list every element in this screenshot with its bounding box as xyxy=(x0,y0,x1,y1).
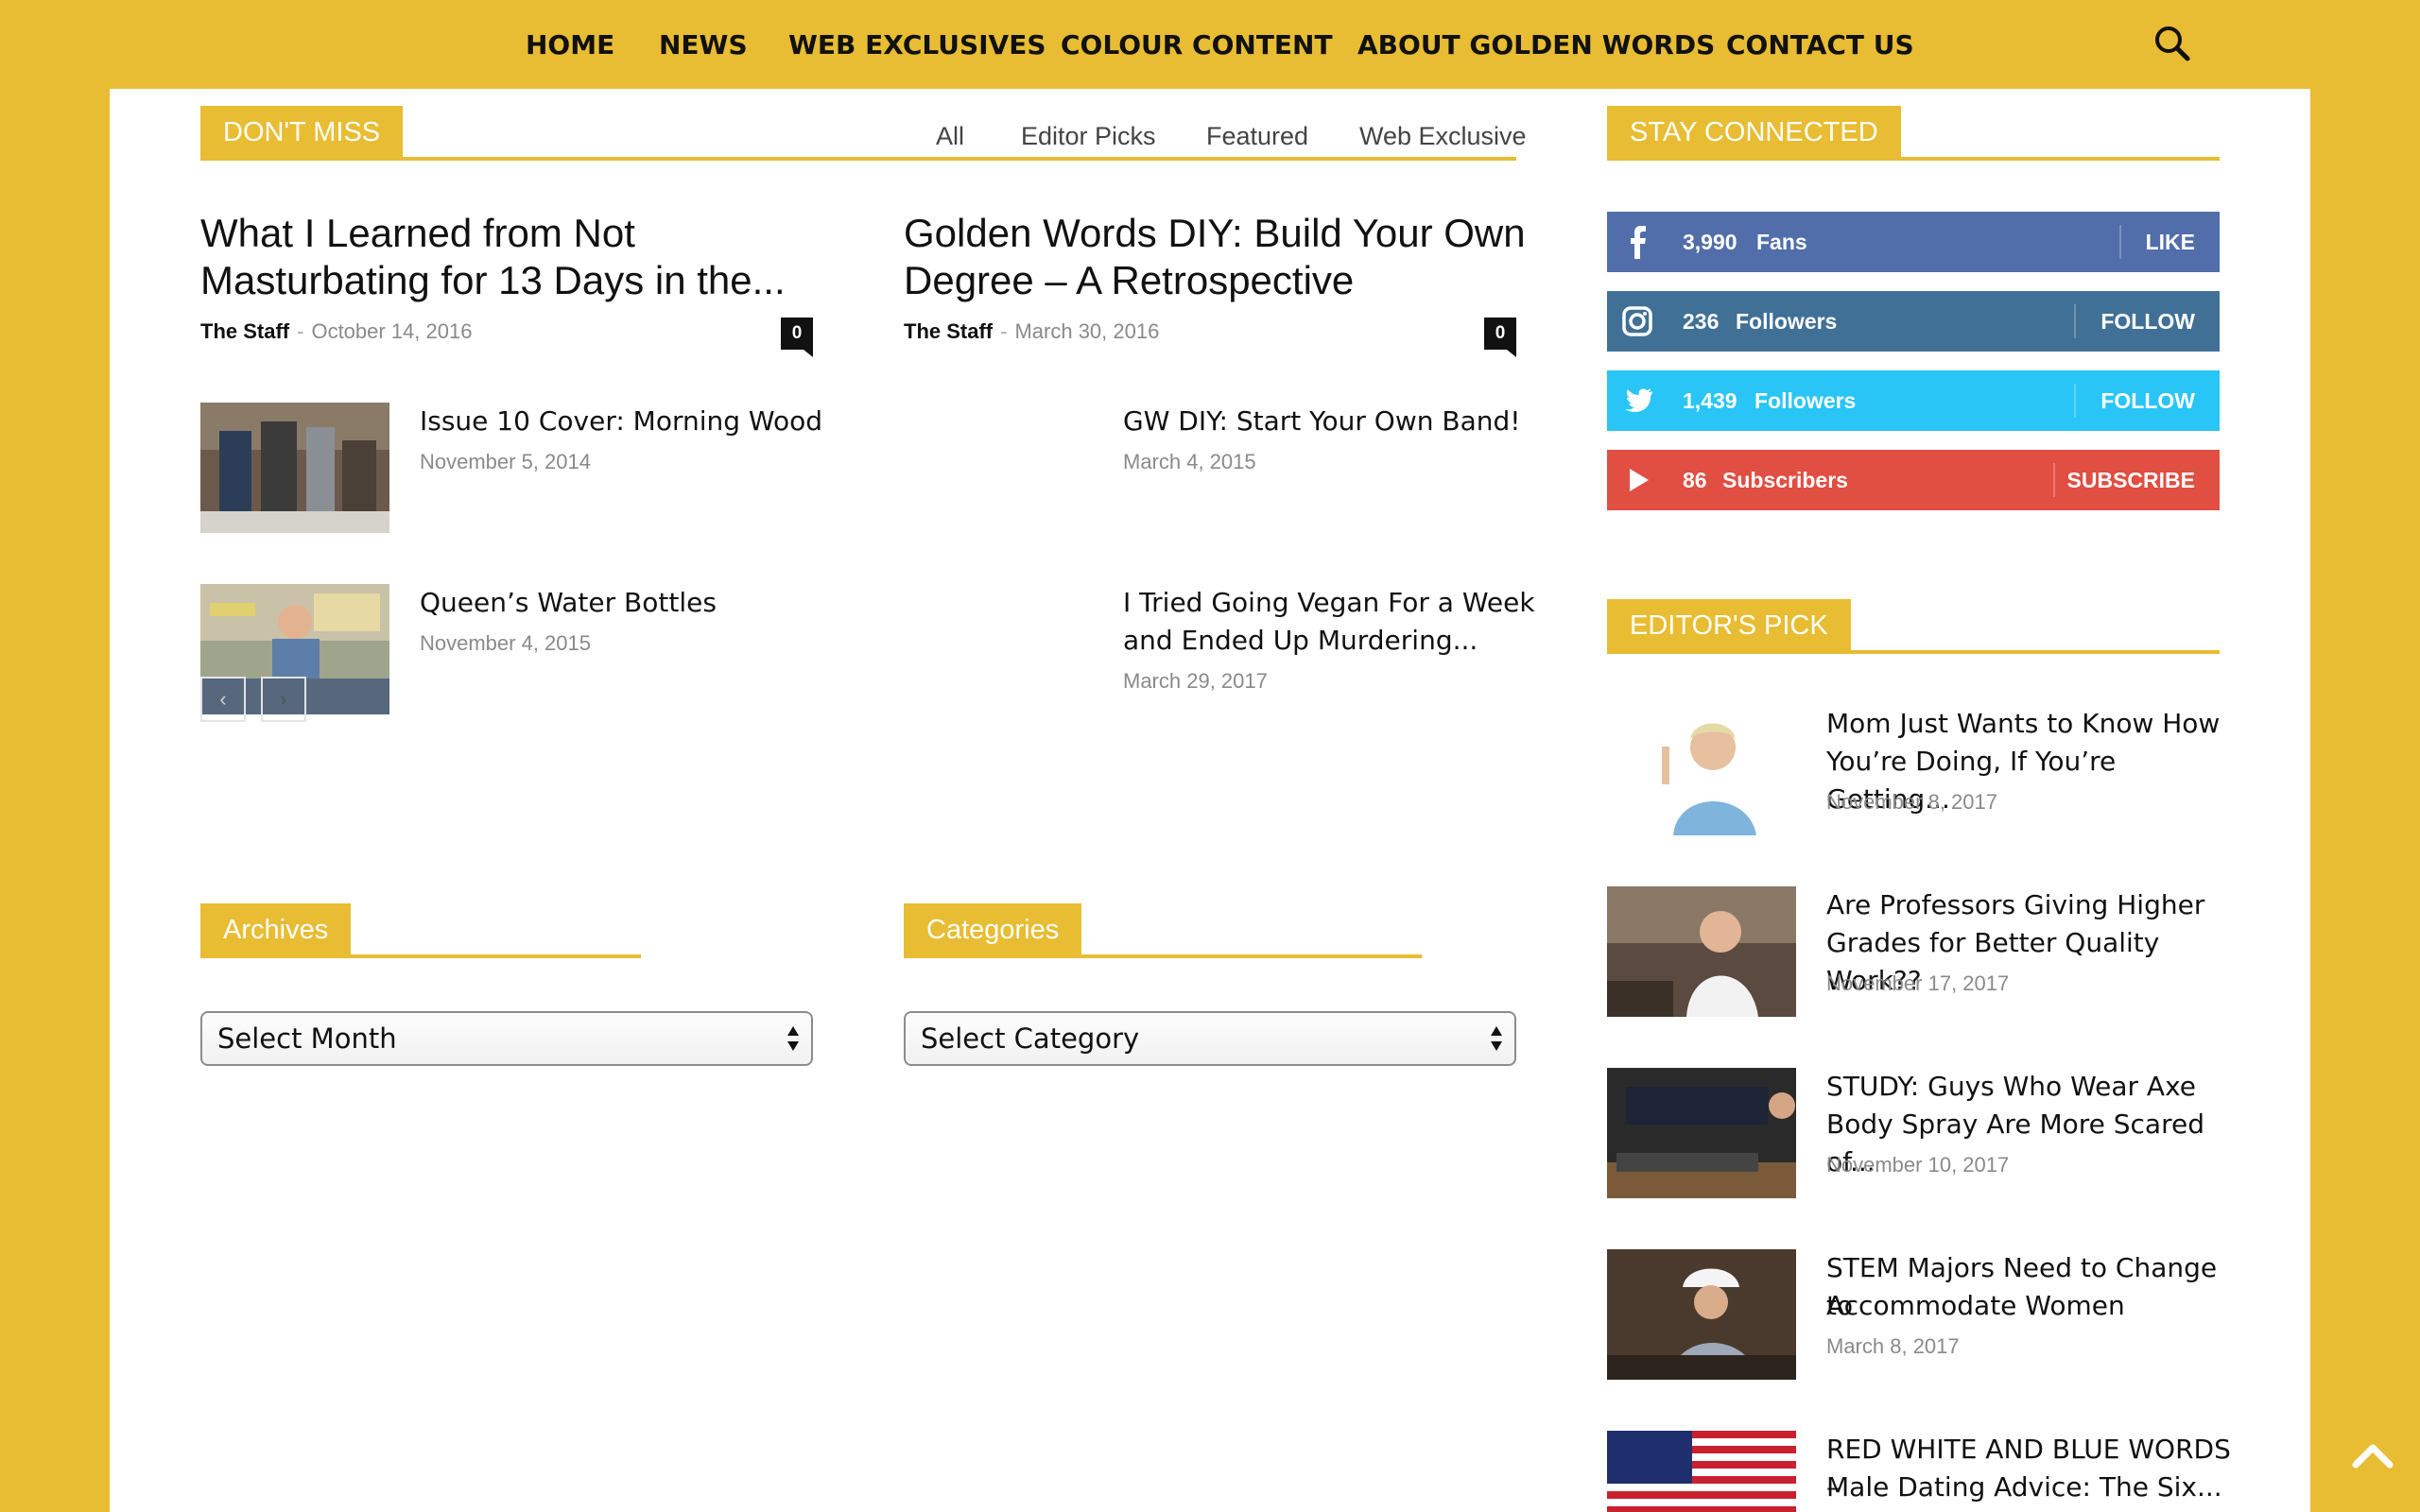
featured-article-title[interactable]: Golden Words DIY: Build Your Own Degree … xyxy=(904,210,1547,304)
article-title-line[interactable]: Male Dating Advice: The Six... xyxy=(1826,1469,2233,1506)
divider xyxy=(2074,304,2076,338)
back-to-top-icon[interactable] xyxy=(2344,1427,2401,1484)
prev-page-button[interactable]: ‹ xyxy=(200,677,246,722)
article-date: November 5, 2014 xyxy=(420,450,591,473)
article-date: March 4, 2015 xyxy=(1123,450,1256,473)
next-page-button[interactable]: › xyxy=(261,677,306,722)
comment-count-badge[interactable]: 0 xyxy=(1484,318,1516,357)
instagram-label: Followers xyxy=(1736,309,1838,334)
twitter-count: 1,439 xyxy=(1683,388,1737,413)
nav-about-golden-words[interactable]: ABOUT GOLDEN WORDS xyxy=(1357,25,1715,66)
article-meta: The Staff - March 30, 2016 xyxy=(904,318,1159,346)
article-title-line[interactable]: Mom Just Wants to Know How xyxy=(1826,705,2233,743)
archives-heading: Archives xyxy=(200,903,352,957)
filter-all[interactable]: All xyxy=(936,119,964,153)
categories-heading: Categories xyxy=(904,903,1082,957)
article-title[interactable]: GW DIY: Start Your Own Band! xyxy=(1123,403,1521,440)
article-author[interactable]: The Staff xyxy=(904,319,993,343)
archives-select-value: Select Month xyxy=(217,1022,397,1055)
archives-select[interactable]: Select Month xyxy=(200,1011,813,1066)
meta-separator: - xyxy=(1000,319,1008,343)
article-date: November 17, 2017 xyxy=(1826,971,2010,995)
article-title-line[interactable]: I Tried Going Vegan For a Week xyxy=(1123,584,1535,622)
facebook-icon xyxy=(1607,212,1668,272)
article-date: March 29, 2017 xyxy=(1123,669,1268,693)
twitter-follow-button[interactable]: FOLLOW xyxy=(2100,370,2195,431)
article-title-line[interactable]: Accommodate Women xyxy=(1826,1287,2233,1325)
select-arrows-icon xyxy=(1491,1026,1502,1051)
article-meta: The Staff - October 14, 2016 xyxy=(200,318,472,346)
article-date: November 10, 2017 xyxy=(1826,1153,2010,1177)
instagram-follow-button[interactable]: FOLLOW xyxy=(2100,291,2195,352)
nav-colour-content[interactable]: COLOUR CONTENT xyxy=(1061,25,1333,66)
archives-rule xyxy=(200,954,641,958)
editors-pick-heading: EDITOR'S PICK xyxy=(1607,599,1851,653)
divider xyxy=(2119,225,2121,259)
article-thumbnail[interactable] xyxy=(1607,1431,1796,1512)
twitter-icon xyxy=(1607,370,1668,431)
instagram-row[interactable]: 236 Followers FOLLOW xyxy=(1607,291,2220,352)
filter-editor-picks[interactable]: Editor Picks xyxy=(1021,119,1156,153)
article-title-line[interactable]: STUDY: Guys Who Wear Axe xyxy=(1826,1068,2233,1106)
meta-separator: - xyxy=(297,319,304,343)
youtube-row[interactable]: 86 Subscribers SUBSCRIBE xyxy=(1607,450,2220,510)
facebook-label: Fans xyxy=(1756,230,1807,254)
dont-miss-heading: DON'T MISS xyxy=(200,106,404,160)
article-date: March 30, 2016 xyxy=(1014,319,1160,343)
nav-news[interactable]: NEWS xyxy=(659,25,748,66)
article-thumbnail[interactable] xyxy=(1607,705,1796,835)
article-date: October 14, 2016 xyxy=(311,319,473,343)
comment-count-badge[interactable]: 0 xyxy=(781,318,813,357)
filter-featured[interactable]: Featured xyxy=(1206,119,1308,153)
article-author[interactable]: The Staff xyxy=(200,319,289,343)
stay-connected-heading: STAY CONNECTED xyxy=(1607,106,1901,160)
divider xyxy=(2053,463,2055,497)
divider xyxy=(2074,384,2076,418)
facebook-count: 3,990 xyxy=(1683,230,1737,254)
facebook-like-button[interactable]: LIKE xyxy=(2146,212,2195,272)
main-navigation: HOME NEWS WEB EXCLUSIVES COLOUR CONTENT … xyxy=(0,0,2420,89)
select-arrows-icon xyxy=(787,1026,799,1051)
instagram-count: 236 xyxy=(1683,309,1720,334)
youtube-count: 86 xyxy=(1683,468,1707,492)
categories-select[interactable]: Select Category xyxy=(904,1011,1516,1066)
article-thumbnail[interactable] xyxy=(1607,886,1796,1017)
article-title-line[interactable]: Are Professors Giving Higher xyxy=(1826,886,2233,924)
instagram-icon xyxy=(1607,291,1668,352)
categories-rule xyxy=(904,954,1422,958)
twitter-row[interactable]: 1,439 Followers FOLLOW xyxy=(1607,370,2220,431)
article-title[interactable]: Queen’s Water Bottles xyxy=(420,584,717,622)
article-thumbnail[interactable] xyxy=(1607,1068,1796,1198)
nav-home[interactable]: HOME xyxy=(526,25,614,66)
search-icon[interactable] xyxy=(2152,23,2195,66)
dont-miss-rule xyxy=(200,157,1516,161)
stay-connected-rule xyxy=(1607,157,2220,161)
article-date: November 8, 2017 xyxy=(1826,790,1997,814)
nav-contact-us[interactable]: CONTACT US xyxy=(1726,25,1914,66)
twitter-label: Followers xyxy=(1754,388,1857,413)
article-title-line[interactable]: and Ended Up Murdering... xyxy=(1123,622,1478,660)
nav-web-exclusives[interactable]: WEB EXCLUSIVES xyxy=(788,25,1046,66)
article-thumbnail[interactable] xyxy=(200,403,389,533)
youtube-subscribe-button[interactable]: SUBSCRIBE xyxy=(2067,450,2195,510)
categories-select-value: Select Category xyxy=(921,1022,1140,1055)
filter-web-exclusive[interactable]: Web Exclusive xyxy=(1359,119,1527,153)
article-date: March 8, 2017 xyxy=(1826,1334,1960,1358)
article-title[interactable]: Issue 10 Cover: Morning Wood xyxy=(420,403,822,440)
article-thumbnail[interactable] xyxy=(1607,1249,1796,1380)
article-date: November 4, 2015 xyxy=(420,631,591,655)
featured-article-title[interactable]: What I Learned from Not Masturbating for… xyxy=(200,210,843,304)
editors-pick-rule xyxy=(1607,650,2220,654)
youtube-label: Subscribers xyxy=(1722,468,1848,492)
youtube-icon xyxy=(1607,450,1668,510)
facebook-row[interactable]: 3,990 Fans LIKE xyxy=(1607,212,2220,272)
